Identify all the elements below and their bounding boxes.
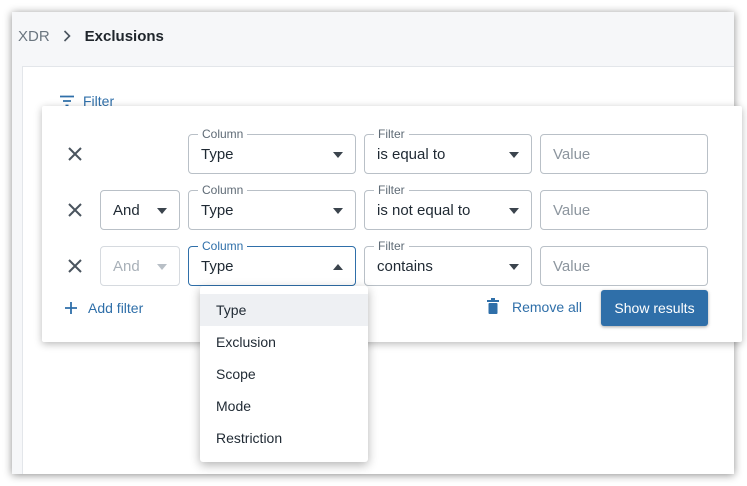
remove-row-1-button[interactable] — [64, 143, 86, 165]
chevron-down-icon — [333, 208, 343, 214]
remove-all-button[interactable]: Remove all — [486, 298, 582, 315]
column-legend: Column — [198, 183, 248, 197]
show-results-button[interactable]: Show results — [601, 290, 708, 326]
chevron-down-icon — [509, 264, 519, 270]
value-input-row-2[interactable] — [540, 190, 708, 230]
chevron-right-icon — [63, 30, 71, 42]
chevron-down-icon — [509, 152, 519, 158]
breadcrumb-root[interactable]: XDR — [18, 28, 50, 45]
close-icon — [68, 147, 82, 161]
add-filter-button[interactable]: Add filter — [64, 300, 143, 316]
trash-icon — [486, 298, 500, 315]
column-select-row-1[interactable]: Column Type — [188, 127, 356, 174]
column-legend: Column — [198, 239, 248, 253]
filter-legend: Filter — [374, 239, 409, 253]
close-icon — [68, 203, 82, 217]
column-value: Type — [201, 145, 234, 163]
column-dropdown-menu: Type Exclusion Scope Mode Restriction — [200, 286, 368, 462]
column-select-row-3[interactable]: Column Type — [188, 239, 356, 286]
connector-select-row-2[interactable]: And — [100, 190, 180, 230]
value-input-row-3[interactable] — [540, 246, 708, 286]
close-icon — [68, 259, 82, 273]
remove-row-2-button[interactable] — [64, 199, 86, 221]
breadcrumb: XDR Exclusions — [18, 26, 164, 46]
dropdown-option-scope[interactable]: Scope — [200, 358, 368, 390]
connector-select-row-3: And — [100, 246, 180, 286]
dropdown-option-mode[interactable]: Mode — [200, 390, 368, 422]
add-filter-label: Add filter — [88, 300, 144, 316]
remove-all-label: Remove all — [512, 298, 583, 315]
filter-value: is equal to — [377, 145, 446, 163]
connector-value: And — [113, 201, 140, 219]
chevron-down-icon — [157, 208, 167, 214]
column-select-row-2[interactable]: Column Type — [188, 183, 356, 230]
filter-value: contains — [377, 257, 433, 275]
chevron-down-icon — [333, 152, 343, 158]
plus-icon — [64, 301, 78, 315]
dropdown-option-restriction[interactable]: Restriction — [200, 422, 368, 454]
dropdown-option-type[interactable]: Type — [200, 294, 368, 326]
filter-legend: Filter — [374, 127, 409, 141]
page-title: Exclusions — [84, 27, 164, 45]
chevron-up-icon — [333, 264, 343, 270]
value-input-row-1[interactable] — [540, 134, 708, 174]
connector-value: And — [113, 257, 140, 275]
remove-row-3-button[interactable] — [64, 255, 86, 277]
chevron-down-icon — [157, 264, 167, 270]
filter-legend: Filter — [374, 183, 409, 197]
column-value: Type — [201, 257, 234, 275]
filter-select-row-2[interactable]: Filter is not equal to — [364, 183, 532, 230]
filter-builder: Column Type Filter is equal to And Colum… — [42, 106, 742, 342]
chevron-down-icon — [509, 208, 519, 214]
column-value: Type — [201, 201, 234, 219]
filter-value: is not equal to — [377, 201, 471, 219]
column-legend: Column — [198, 127, 248, 141]
dropdown-option-exclusion[interactable]: Exclusion — [200, 326, 368, 358]
filter-select-row-1[interactable]: Filter is equal to — [364, 127, 532, 174]
filter-select-row-3[interactable]: Filter contains — [364, 239, 532, 286]
